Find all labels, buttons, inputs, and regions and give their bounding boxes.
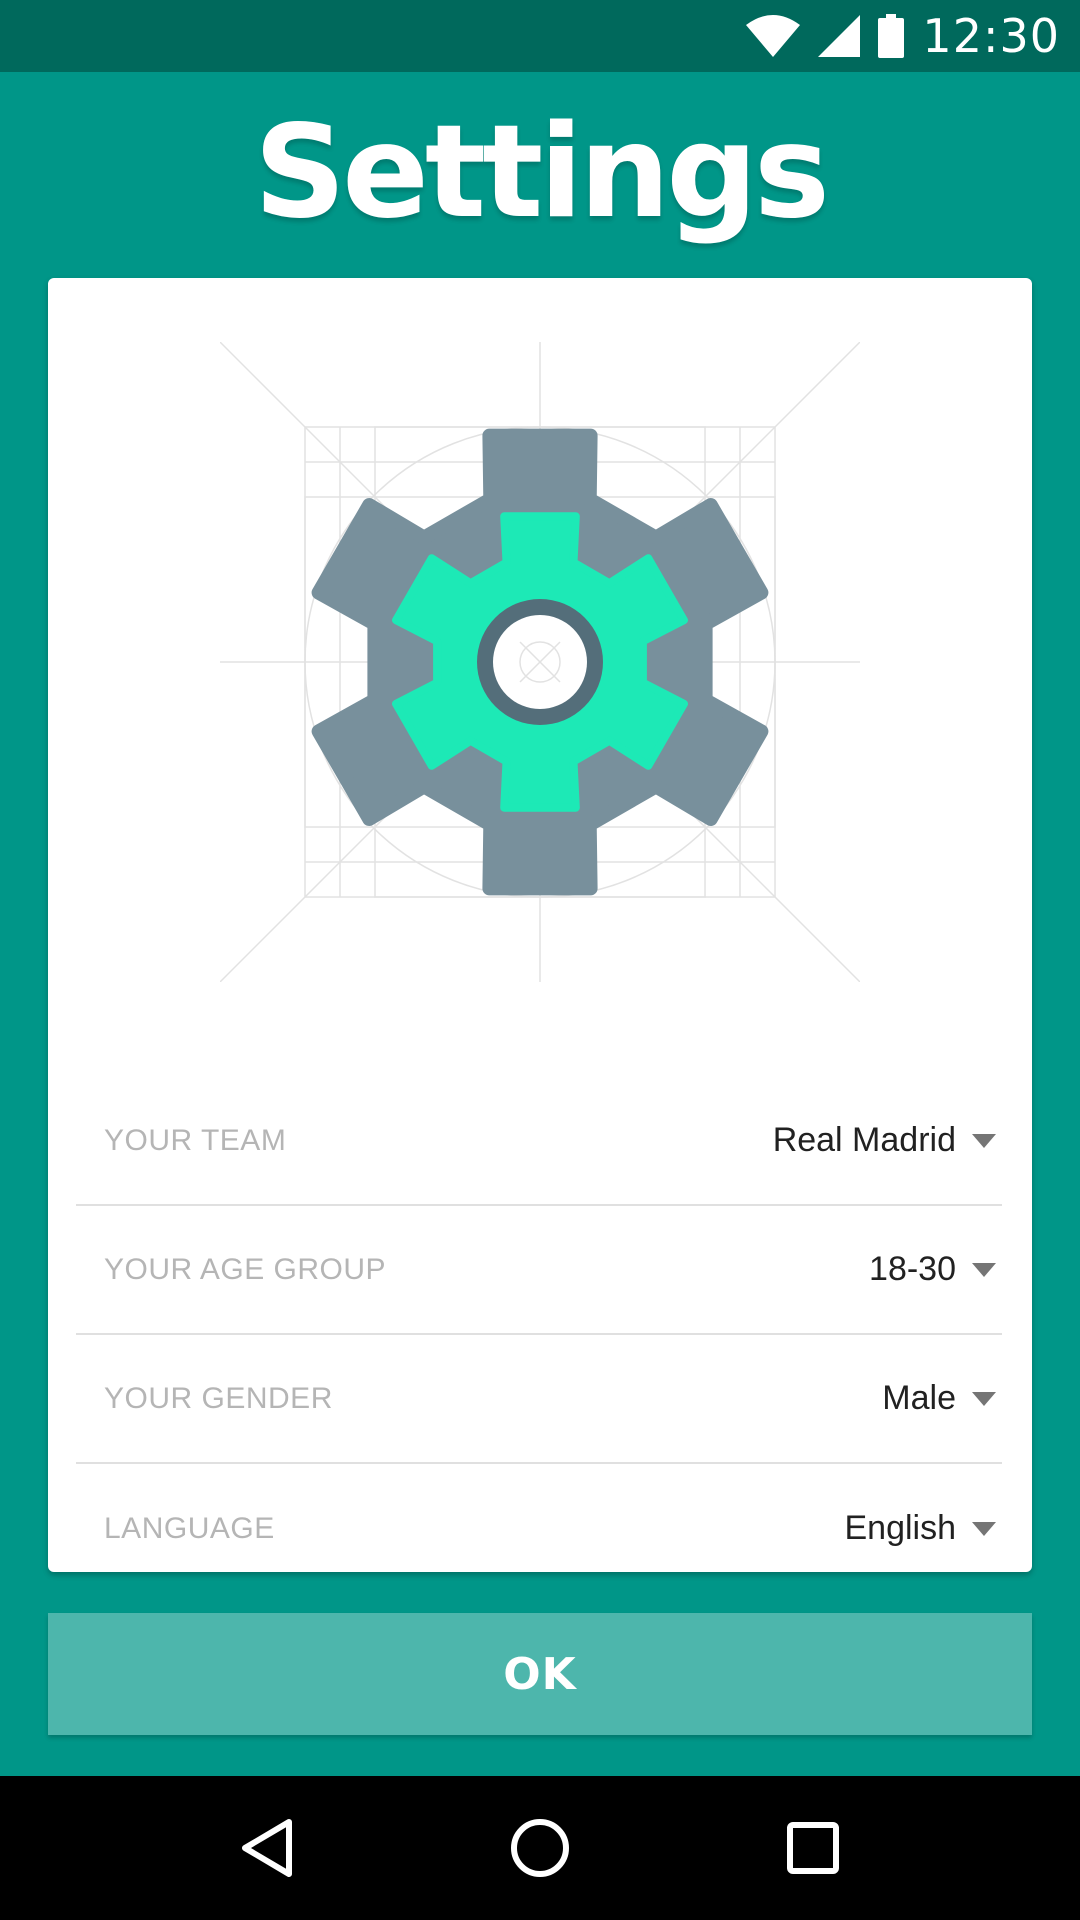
cell-signal-icon — [818, 15, 861, 57]
gender-dropdown[interactable]: Male — [882, 1379, 996, 1418]
recents-icon[interactable] — [763, 1798, 863, 1898]
gender-value: Male — [882, 1379, 956, 1417]
dropdown-arrow-icon — [972, 1391, 996, 1406]
dropdown-arrow-icon — [972, 1521, 996, 1536]
language-value: English — [844, 1509, 956, 1547]
settings-screen: 12:30 Settings YOUR TEAM Real Madrid YOU… — [0, 0, 1080, 1920]
age-group-value: 18-30 — [869, 1250, 956, 1288]
gender-label: YOUR GENDER — [104, 1381, 333, 1415]
settings-card: YOUR TEAM Real Madrid YOUR AGE GROUP 18-… — [48, 278, 1032, 1572]
home-icon[interactable] — [490, 1798, 590, 1898]
language-label: LANGUAGE — [104, 1511, 275, 1545]
age-group-dropdown[interactable]: 18-30 — [869, 1250, 996, 1289]
dropdown-arrow-icon — [972, 1262, 996, 1277]
team-setting[interactable]: YOUR TEAM Real Madrid — [76, 1077, 1002, 1206]
battery-icon — [878, 14, 905, 58]
team-label: YOUR TEAM — [104, 1123, 287, 1157]
team-value: Real Madrid — [772, 1121, 956, 1159]
navigation-bar — [0, 1776, 1080, 1920]
status-bar: 12:30 — [0, 0, 1080, 72]
status-time: 12:30 — [922, 9, 1060, 63]
team-dropdown[interactable]: Real Madrid — [773, 1121, 996, 1160]
age-group-label: YOUR AGE GROUP — [104, 1252, 387, 1286]
wifi-icon — [746, 15, 801, 57]
settings-list: YOUR TEAM Real Madrid YOUR AGE GROUP 18-… — [76, 1077, 1002, 1593]
back-icon[interactable] — [217, 1798, 317, 1898]
dropdown-arrow-icon — [972, 1133, 996, 1148]
ok-button[interactable]: OK — [48, 1613, 1032, 1735]
page-title: Settings — [253, 98, 830, 247]
language-dropdown[interactable]: English — [844, 1509, 996, 1548]
language-setting[interactable]: LANGUAGE English — [76, 1464, 1002, 1593]
gender-setting[interactable]: YOUR GENDER Male — [76, 1335, 1002, 1464]
age-group-setting[interactable]: YOUR AGE GROUP 18-30 — [76, 1206, 1002, 1335]
gear-icon — [219, 341, 861, 983]
